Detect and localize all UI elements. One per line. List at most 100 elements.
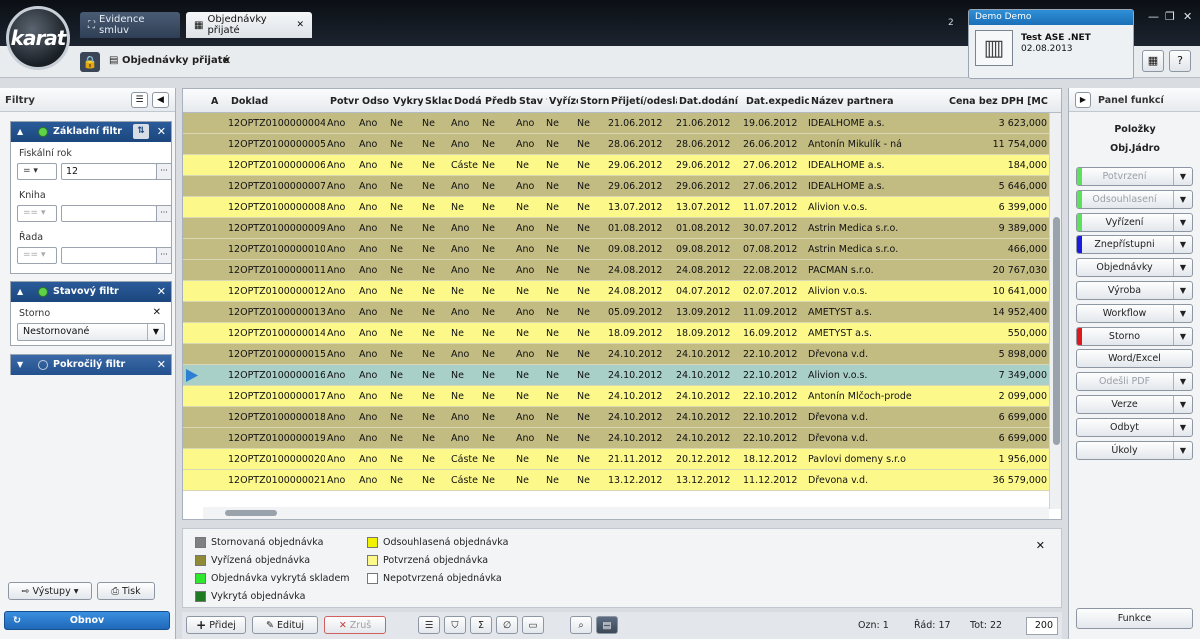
sum-icon[interactable]: Σ <box>470 616 492 634</box>
column-header[interactable]: Předb <box>485 96 517 107</box>
rows-icon[interactable]: ☰ <box>418 616 440 634</box>
table-row[interactable]: 12OPTZ0100000005 Ano Ano Ne Ne Ano Ne Ano Ne Ne 28… <box>183 134 1049 155</box>
series-operator[interactable]: == ▾ <box>17 247 57 264</box>
function-button[interactable]: Odsouhlasení ▼ <box>1076 189 1193 209</box>
column-header[interactable]: Dodá <box>454 96 483 107</box>
book-operator[interactable]: == ▾ <box>17 205 57 222</box>
table-row[interactable]: 12OPTZ0100000010 Ano Ano Ne Ne Ano Ne Ano Ne Ne 09… <box>183 239 1049 260</box>
column-header[interactable]: Přijetí/odeslá <box>611 96 677 107</box>
clear-icon[interactable]: ✕ <box>153 307 161 318</box>
calculator-icon[interactable]: ▦ <box>1142 50 1164 72</box>
column-header[interactable]: Dat.expedice <box>746 96 809 107</box>
scroll-thumb[interactable] <box>225 510 277 516</box>
close-window-icon[interactable]: ✕ <box>1183 10 1192 23</box>
comment-icon[interactable]: ▤ <box>596 616 618 634</box>
function-button[interactable]: Odešli PDF ▼ <box>1076 372 1193 392</box>
close-icon[interactable]: ✕ <box>157 125 166 138</box>
chevron-down-icon[interactable]: ▼ <box>1173 236 1192 254</box>
chevron-down-icon[interactable]: ▼ <box>1173 190 1192 208</box>
chevron-down-icon[interactable]: ▼ <box>1173 373 1192 391</box>
column-header[interactable]: Vyříze <box>549 96 578 107</box>
column-header[interactable]: Odso <box>362 96 391 107</box>
chevron-down-icon[interactable]: ▼ <box>1173 213 1192 231</box>
column-header[interactable]: Dat.dodání <box>679 96 743 107</box>
function-button[interactable]: Workflow ▼ <box>1076 303 1193 323</box>
chevron-down-icon[interactable]: ▼ <box>1173 327 1192 345</box>
chevron-down-icon[interactable]: ▼ <box>1173 168 1192 185</box>
table-row[interactable]: 12OPTZ0100000004 Ano Ano Ne Ne Ano Ne Ano Ne Ne 21… <box>183 113 1049 134</box>
window-icon[interactable]: ▭ <box>522 616 544 634</box>
print-button[interactable]: ⎙ Tisk <box>97 582 155 600</box>
fiscal-year-picker[interactable]: ··· <box>156 163 172 180</box>
function-button[interactable]: Word/Excel <box>1076 349 1193 369</box>
empty-set-icon[interactable]: ∅ <box>496 616 518 634</box>
cancel-button[interactable]: ✕ Zruš <box>324 616 386 634</box>
table-row[interactable]: 12OPTZ0100000014 Ano Ano Ne Ne Ne Ne Ne Ne Ne 18.0… <box>183 323 1049 344</box>
function-button[interactable]: Znepřístupni ▼ <box>1076 235 1193 255</box>
function-button[interactable]: Potvrzení ▼ <box>1076 167 1193 186</box>
table-row[interactable]: 12OPTZ0100000019 Ano Ano Ne Ne Ano Ne Ano Ne Ne 24… <box>183 428 1049 449</box>
table-row[interactable]: 12OPTZ0100000011 Ano Ano Ne Ne Ano Ne Ano Ne Ne 24… <box>183 260 1049 281</box>
edit-button[interactable]: ✎ Edituj <box>252 616 318 634</box>
chevron-down-icon[interactable]: ▼ <box>1173 418 1192 436</box>
close-icon[interactable]: ✕ <box>296 20 304 30</box>
minimize-icon[interactable]: — <box>1148 10 1159 23</box>
column-header[interactable]: Vykry <box>393 96 423 107</box>
column-header[interactable]: A <box>211 96 225 107</box>
sort-icon[interactable]: ⇅ <box>133 124 149 139</box>
column-header[interactable]: Název partnera <box>811 96 947 107</box>
filter-icon[interactable]: ⛉ <box>444 616 466 634</box>
close-icon[interactable]: ✕ <box>157 285 166 298</box>
tab-objednavky-prijate[interactable]: ▦ Objednávky přijaté ✕ <box>186 12 312 38</box>
function-button[interactable]: Úkoly ▼ <box>1076 440 1193 460</box>
table-row[interactable]: 12OPTZ0100000006 Ano Ano Ne Ne Částe Ne Ne Ne Ne 2… <box>183 155 1049 176</box>
function-button[interactable]: Výroba ▼ <box>1076 281 1193 300</box>
table-row[interactable]: 12OPTZ0100000007 Ano Ano Ne Ne Ano Ne Ano Ne Ne 29… <box>183 176 1049 197</box>
chevron-down-icon[interactable]: ▼ <box>1173 282 1192 299</box>
column-header[interactable]: Cena bez DPH [MC <box>949 96 1049 107</box>
page-size-input[interactable]: 200 <box>1026 617 1058 635</box>
fiscal-year-input[interactable]: 12 <box>61 163 157 180</box>
table-row[interactable]: 12OPTZ0100000018 Ano Ano Ne Ne Ano Ne Ano Ne Ne 24… <box>183 407 1049 428</box>
column-header[interactable]: Doklad <box>231 96 326 107</box>
column-header[interactable]: Stav v <box>519 96 547 107</box>
column-header[interactable]: Storn <box>580 96 609 107</box>
outputs-button[interactable]: ⇨ Výstupy ▾ <box>8 582 92 600</box>
lock-icon[interactable]: 🔒 <box>80 52 100 72</box>
add-button[interactable]: + Přidej <box>186 616 246 634</box>
scroll-thumb[interactable] <box>1053 217 1060 445</box>
table-row[interactable]: 12OPTZ0100000009 Ano Ano Ne Ne Ano Ne Ano Ne Ne 01… <box>183 218 1049 239</box>
function-button[interactable]: Storno ▼ <box>1076 326 1193 346</box>
function-button[interactable]: Vyřízení ▼ <box>1076 212 1193 232</box>
chevron-down-icon[interactable]: ▼ <box>1173 259 1192 277</box>
table-row[interactable]: 12OPTZ0100000013 Ano Ano Ne Ne Ano Ne Ano Ne Ne 05… <box>183 302 1049 323</box>
table-row[interactable]: 12OPTZ0100000015 Ano Ano Ne Ne Ano Ne Ano Ne Ne 24… <box>183 344 1049 365</box>
restore-icon[interactable]: ❐ <box>1165 10 1175 23</box>
expand-right-icon[interactable]: ▶ <box>1075 92 1091 108</box>
chevron-down-icon[interactable]: ▼ <box>1173 396 1192 413</box>
chevron-down-icon[interactable]: ▼ <box>1173 441 1192 459</box>
function-button[interactable]: Verze ▼ <box>1076 395 1193 414</box>
table-row[interactable]: 12OPTZ0100000017 Ano Ano Ne Ne Ne Ne Ne Ne Ne 24.1… <box>183 386 1049 407</box>
vertical-scrollbar[interactable] <box>1049 113 1061 509</box>
orders-grid[interactable]: A Doklad Potvr Odso Vykry Sklad Dodá Předb Stav … <box>182 88 1062 520</box>
column-header[interactable]: Sklad <box>425 96 452 107</box>
table-row[interactable]: 12OPTZ0100000020 Ano Ano Ne Ne Částe Ne Ne Ne Ne 2… <box>183 449 1049 470</box>
book-picker[interactable]: ··· <box>156 205 172 222</box>
close-icon[interactable]: ✕ <box>222 54 231 67</box>
close-icon[interactable]: ✕ <box>157 358 166 371</box>
book-input[interactable] <box>61 205 157 222</box>
table-row[interactable]: 12OPTZ0100000012 Ano Ano Ne Ne Ne Ne Ne Ne Ne 24.0… <box>183 281 1049 302</box>
column-header[interactable]: Potvr <box>330 96 360 107</box>
tab-evidence-smluv[interactable]: ⛶ Evidence smluv <box>80 12 180 38</box>
collapse-icon[interactable]: ▲ <box>17 127 23 136</box>
funkce-button[interactable]: Funkce <box>1076 608 1193 629</box>
storno-select[interactable]: Nestornované ▼ <box>17 323 165 341</box>
function-button[interactable]: Odbyt ▼ <box>1076 417 1193 437</box>
series-picker[interactable]: ··· <box>156 247 172 264</box>
table-row[interactable]: 12OPTZ0100000016 Ano Ano Ne Ne Ne Ne Ne Ne Ne 24.1… <box>183 365 1049 386</box>
fiscal-year-operator[interactable]: = ▾ <box>17 163 57 180</box>
function-button[interactable]: Objednávky ▼ <box>1076 258 1193 278</box>
help-icon[interactable]: ? <box>1169 50 1191 72</box>
menu-icon[interactable]: ☰ <box>131 92 148 108</box>
